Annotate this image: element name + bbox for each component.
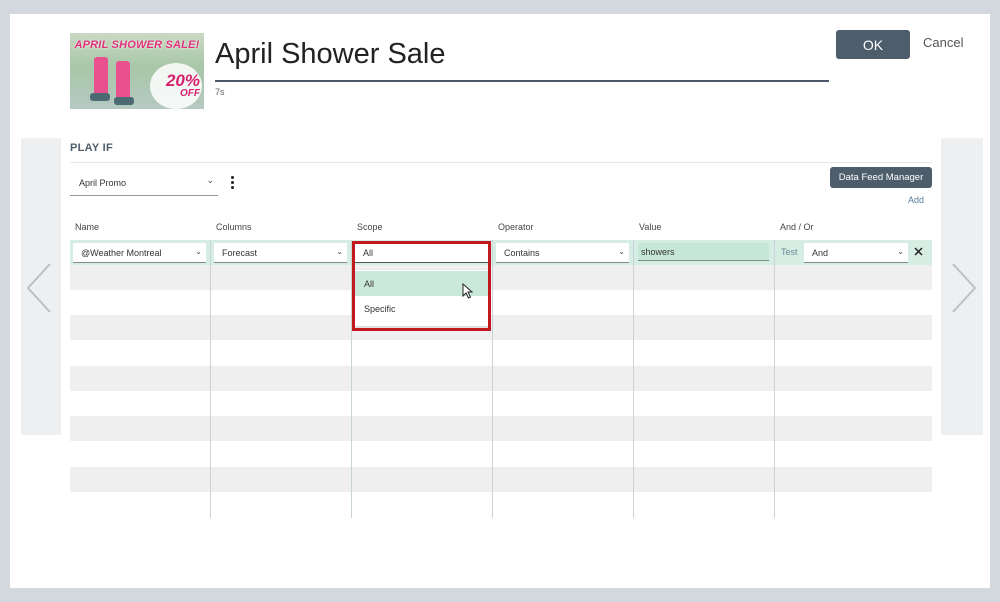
table-row — [70, 340, 932, 365]
test-link[interactable]: Test — [781, 247, 798, 257]
column-header-value: Value — [639, 222, 662, 232]
table-row — [70, 467, 932, 492]
and-or-select-value: And — [812, 248, 829, 258]
name-select-value: @Weather Montreal — [81, 248, 162, 258]
column-divider — [492, 240, 493, 518]
add-rule-link[interactable]: Add — [908, 195, 924, 205]
thumbnail-discount: 20% OFF — [166, 72, 200, 99]
next-panel[interactable] — [941, 138, 983, 435]
column-divider — [633, 240, 634, 518]
column-header-operator: Operator — [498, 222, 534, 232]
column-header-and-or: And / Or — [780, 222, 814, 232]
column-header-columns: Columns — [216, 222, 252, 232]
play-conditions-dialog: APRIL SHOWER SALE! 20% OFF April Shower … — [10, 14, 990, 588]
mouse-pointer-icon — [462, 283, 474, 299]
content-title-input[interactable]: April Shower Sale — [215, 36, 829, 82]
boot-sole — [114, 97, 134, 105]
operator-select[interactable]: Contains ⌄ — [496, 243, 629, 263]
boot-sole — [90, 93, 110, 101]
table-row — [70, 315, 932, 340]
table-row — [70, 441, 932, 466]
value-input[interactable]: showers — [638, 243, 769, 261]
column-header-scope: Scope — [357, 222, 383, 232]
boot-image — [116, 61, 130, 101]
ok-button[interactable]: OK — [836, 30, 910, 59]
thumbnail-banner-text: APRIL SHOWER SALE! — [74, 39, 200, 51]
chevron-down-icon: ⌄ — [897, 247, 904, 256]
chevron-down-icon: ⌄ — [618, 247, 625, 256]
previous-panel[interactable] — [21, 138, 61, 435]
column-header-name: Name — [75, 222, 100, 232]
operator-select-value: Contains — [504, 248, 540, 258]
data-feed-manager-button[interactable]: Data Feed Manager — [830, 167, 932, 188]
divider — [70, 162, 932, 163]
content-duration: 7s — [215, 87, 225, 97]
columns-select[interactable]: Forecast ⌄ — [214, 243, 347, 263]
kebab-menu-icon[interactable] — [228, 176, 236, 190]
table-row — [70, 265, 932, 290]
boot-image — [94, 57, 108, 97]
table-row — [70, 391, 932, 416]
chevron-left-icon[interactable] — [26, 262, 56, 314]
and-or-select[interactable]: And ⌄ — [804, 243, 908, 263]
chevron-down-icon: ⌄ — [336, 247, 343, 256]
close-icon[interactable] — [912, 245, 925, 258]
column-divider — [210, 240, 211, 518]
table-row — [70, 416, 932, 441]
content-thumbnail: APRIL SHOWER SALE! 20% OFF — [70, 33, 204, 109]
promo-select-value: April Promo — [79, 178, 127, 188]
table-row — [70, 290, 932, 315]
chevron-down-icon: ⌄ — [195, 247, 202, 256]
chevron-right-icon[interactable] — [947, 262, 977, 314]
table-row — [70, 366, 932, 391]
chevron-down-icon: ⌄ — [206, 175, 214, 185]
column-divider — [774, 240, 775, 518]
columns-select-value: Forecast — [222, 248, 258, 258]
name-select[interactable]: @Weather Montreal ⌄ — [73, 243, 206, 263]
promo-select[interactable]: April Promo ⌄ — [70, 170, 218, 196]
cancel-button[interactable]: Cancel — [923, 35, 963, 50]
play-if-heading: PLAY IF — [70, 142, 114, 154]
